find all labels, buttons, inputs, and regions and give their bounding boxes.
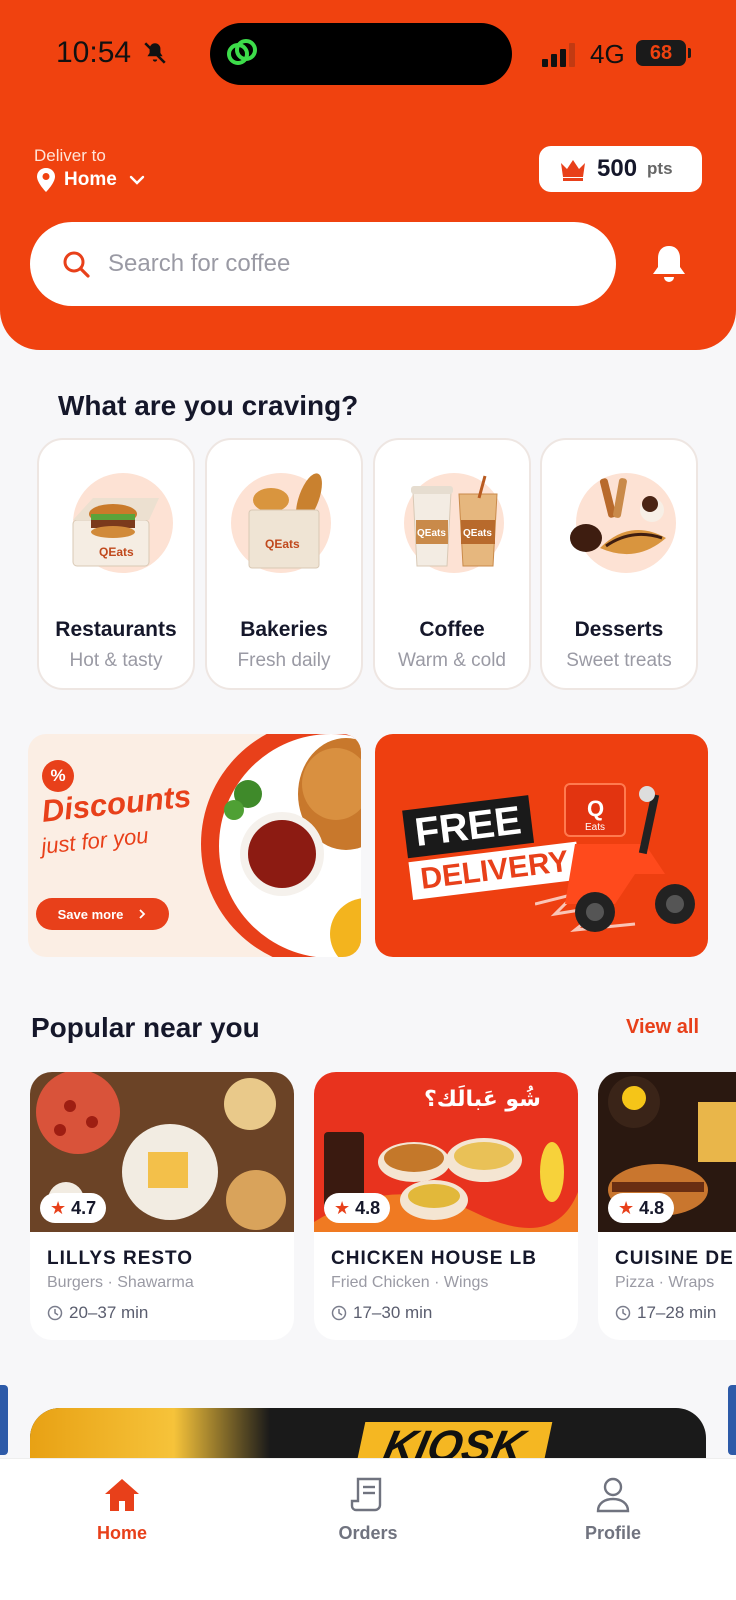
battery-indicator: 68 xyxy=(636,40,691,66)
category-card-desserts[interactable]: Desserts Sweet treats xyxy=(540,438,698,690)
restaurant-card[interactable]: شُو عَبالَك؟ ★ 4.8 CHICKEN HOUSE LB Frie… xyxy=(314,1072,578,1340)
tab-profile[interactable]: Profile xyxy=(553,1475,673,1544)
clock-icon xyxy=(615,1305,631,1321)
tab-label: Profile xyxy=(584,1523,641,1543)
status-bar: 10:54 4G 68 xyxy=(0,0,736,100)
star-icon: ★ xyxy=(334,1197,351,1218)
desserts-image xyxy=(570,473,676,573)
coffee-cup-text-2: QEats xyxy=(463,528,492,539)
location-pin-icon xyxy=(37,168,55,192)
save-more-label: Save more xyxy=(57,906,124,922)
points-value: 500 xyxy=(597,155,638,182)
restaurant-tags: Fried Chicken · Wings xyxy=(331,1274,489,1291)
rating-value: 4.7 xyxy=(71,1197,97,1218)
restaurant-name: CUISINE DE xyxy=(615,1248,734,1269)
home-icon xyxy=(105,1479,139,1511)
clock-icon xyxy=(47,1305,63,1321)
restaurant-tags: Burgers · Shawarma xyxy=(47,1274,194,1291)
restaurant-card[interactable]: ★ 4.7 LILLYS RESTO Burgers · Shawarma 20… xyxy=(30,1072,294,1340)
search-input[interactable] xyxy=(108,250,568,278)
craving-section-title: What are you craving? xyxy=(58,390,359,421)
points-badge[interactable]: 500 pts xyxy=(539,146,702,192)
promo-background xyxy=(30,1408,270,1458)
carousel-peek-right xyxy=(728,1385,736,1455)
fried-chicken-image xyxy=(201,734,361,957)
view-all-link[interactable]: View all xyxy=(626,1016,699,1039)
coffee-image: QEats QEats xyxy=(404,473,504,573)
network-type: 4G xyxy=(590,39,625,69)
box-text: Eats xyxy=(585,822,605,833)
delivery-time: 20–37 min xyxy=(47,1303,148,1323)
delivery-time-value: 20–37 min xyxy=(69,1303,149,1322)
rating-badge: ★ 4.7 xyxy=(40,1193,107,1223)
star-icon: ★ xyxy=(50,1197,67,1218)
user-icon xyxy=(596,1477,630,1513)
bakeries-bag-text: QEats xyxy=(265,537,300,551)
link-app-icon xyxy=(227,39,257,65)
restaurants-image: QEats xyxy=(72,473,173,573)
chevron-down-icon xyxy=(129,175,144,185)
rating-badge: ★ 4.8 xyxy=(324,1193,391,1223)
restaurants-bag-text: QEats xyxy=(99,545,134,559)
deliver-to-label: Deliver to xyxy=(34,146,106,165)
category-name: Restaurants xyxy=(55,618,177,641)
discount-banner[interactable]: % Discounts just for you Save more xyxy=(28,734,361,957)
clock-icon xyxy=(331,1305,347,1321)
box-letter: Q xyxy=(587,796,604,821)
signal-icon xyxy=(542,43,575,67)
delivery-time: 17–28 min xyxy=(615,1303,716,1323)
restaurant-card[interactable]: ★ 4.8 CUISINE DE Pizza · Wraps 17–28 min xyxy=(598,1072,736,1340)
location-name: Home xyxy=(64,169,117,190)
percent-badge: % xyxy=(42,760,74,792)
delivery-time: 17–30 min xyxy=(331,1303,432,1323)
category-subtitle: Sweet treats xyxy=(566,650,672,671)
promo-banner[interactable]: KIOSK xyxy=(30,1408,706,1458)
category-subtitle: Warm & cold xyxy=(397,650,507,671)
category-card-coffee[interactable]: QEats QEats Coffee Warm & cold xyxy=(373,438,531,690)
bell-icon[interactable] xyxy=(650,244,688,286)
status-time: 10:54 xyxy=(56,36,132,69)
promo-text: KIOSK xyxy=(354,1422,553,1458)
free-delivery-banner[interactable]: FREE DELIVERY Q Eats xyxy=(375,734,708,957)
coffee-cup-text-1: QEats xyxy=(417,528,446,539)
category-name: Bakeries xyxy=(240,618,328,641)
category-name: Coffee xyxy=(419,618,485,641)
tab-label: Orders xyxy=(338,1523,398,1543)
restaurant-tags: Pizza · Wraps xyxy=(615,1274,715,1291)
popular-section-title: Popular near you xyxy=(31,1012,260,1043)
save-more-button[interactable]: Save more xyxy=(36,898,169,930)
category-subtitle: Fresh daily xyxy=(237,650,331,671)
rating-value: 4.8 xyxy=(639,1197,665,1218)
tab-label: Home xyxy=(96,1523,147,1543)
search-bar[interactable] xyxy=(30,222,616,306)
crown-icon xyxy=(561,160,585,181)
search-icon xyxy=(63,251,90,278)
photo-arabic-text: شُو عَبالَك؟ xyxy=(424,1085,541,1112)
location-selector[interactable]: Home xyxy=(36,168,145,192)
delivery-scooter-image: Q Eats xyxy=(535,783,695,932)
delivery-time-value: 17–30 min xyxy=(353,1303,433,1322)
category-card-bakeries[interactable]: QEats Bakeries Fresh daily xyxy=(205,438,363,690)
points-unit: pts xyxy=(647,159,673,178)
header: 10:54 4G 68 Deliver to Home 500 pts Sear… xyxy=(0,0,736,350)
bottom-tab-bar: Home Orders Profile xyxy=(0,1458,736,1600)
bakeries-image: QEats xyxy=(231,473,331,573)
rating-value: 4.8 xyxy=(355,1197,381,1218)
tab-orders[interactable]: Orders xyxy=(308,1475,428,1544)
restaurant-name: CHICKEN HOUSE LB xyxy=(331,1248,538,1269)
restaurant-name: LILLYS RESTO xyxy=(47,1248,194,1269)
star-icon: ★ xyxy=(618,1197,635,1218)
rating-badge: ★ 4.8 xyxy=(608,1193,675,1223)
category-subtitle: Hot & tasty xyxy=(69,650,163,671)
category-name: Desserts xyxy=(574,618,664,641)
delivery-time-value: 17–28 min xyxy=(637,1303,717,1322)
bell-muted-icon xyxy=(144,42,166,64)
chevron-right-icon xyxy=(139,909,146,919)
carousel-peek-left xyxy=(0,1385,8,1455)
category-card-restaurants[interactable]: QEats Restaurants Hot & tasty xyxy=(37,438,195,690)
tab-home[interactable]: Home xyxy=(62,1475,182,1544)
receipt-icon xyxy=(350,1477,382,1512)
dynamic-island xyxy=(210,23,512,85)
